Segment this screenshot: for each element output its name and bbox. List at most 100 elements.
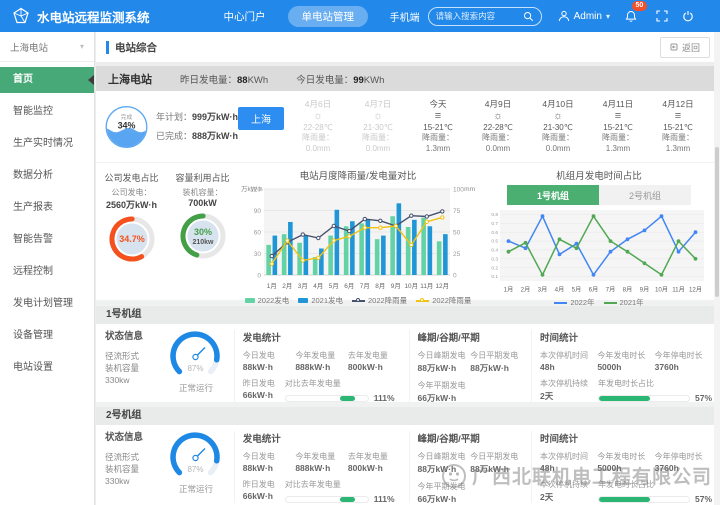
weather-rain-label: 降雨量： (408, 133, 468, 143)
svg-text:3月: 3月 (538, 287, 548, 294)
main-area: 电站综合 返回 上海电站 昨日发电量：88KWh 今日发电量：99KWh (96, 32, 720, 505)
sidebar-item[interactable]: 智能告警 (0, 227, 94, 253)
unit-type: 径流形式 (105, 350, 158, 362)
svg-text:0.2: 0.2 (491, 265, 498, 271)
donut-sub-label: 公司发电： (96, 187, 167, 198)
stat-item: 本次停机时间48h (540, 350, 597, 372)
legend-item[interactable]: 2022降雨量 (352, 295, 407, 306)
search-input[interactable] (436, 11, 519, 21)
stat-item: 昨日发电66kW·h (243, 479, 275, 504)
weather-rain-label: 降雨量： (588, 133, 648, 143)
station-select-value: 上海电站 (10, 40, 48, 54)
legend-item[interactable]: 2022降雨量 (416, 295, 471, 306)
sidebar-item[interactable]: 生产报表 (0, 195, 94, 221)
capacity-usage-donut: 容量利用占比 装机容量： 700kW 30% 210kw (167, 169, 238, 300)
svg-text:87%: 87% (187, 465, 203, 474)
city-button[interactable]: 上海 (238, 107, 284, 130)
hours-ratio-progress (598, 496, 690, 503)
stat-item: 今日峰期发电88万kW·h (418, 350, 471, 374)
sidebar-item[interactable]: 生产实时情况 (0, 131, 94, 157)
legend-item[interactable]: 2021发电 (298, 295, 343, 306)
app-title: 水电站远程监测系统 (37, 7, 150, 26)
unit-tab[interactable]: 1号机组 (507, 185, 599, 205)
stat-item: 今年发电时长5000h (597, 350, 654, 372)
sidebar-item[interactable]: 电站设置 (0, 355, 94, 381)
svg-text:4月: 4月 (555, 287, 565, 294)
app-root: 水电站远程监测系统 中心门户单电站管理 手机端 Admin ▾ 50 上海电站 (0, 0, 720, 505)
stat-item: 今年发电量888kW·h (295, 451, 348, 473)
svg-text:9月: 9月 (640, 287, 650, 294)
unit-run-status: 正常运行 (158, 483, 234, 495)
weather-date: 4月10日 (528, 99, 588, 110)
compare-widget: 对比去年发电量 111% (285, 479, 395, 504)
weather-temp: 15-21℃ (648, 123, 708, 133)
unit-gauge: 87% 正常运行 (158, 326, 234, 402)
weather-icon: ☼ (288, 110, 348, 123)
legend-item[interactable]: 2022发电 (245, 295, 290, 306)
svg-text:100: 100 (453, 186, 464, 193)
svg-text:6月: 6月 (589, 287, 599, 294)
weather-date: 4月6日 (288, 99, 348, 110)
svg-text:34%: 34% (118, 120, 136, 130)
user-menu[interactable]: Admin ▾ (558, 10, 610, 22)
weather-day: 4月7日 ☼ 21-30℃ 降雨量： 0.0mm (348, 99, 408, 154)
scrollbar-thumb[interactable] (715, 147, 719, 297)
weather-icon: ≡ (408, 110, 468, 123)
sidebar-item[interactable]: 首页 (0, 67, 94, 93)
plan-stats: 年计划：999万kW·h 已完成：888万kW·h (156, 108, 238, 146)
sidebar-item[interactable]: 数据分析 (0, 163, 94, 189)
station-select[interactable]: 上海电站 ▾ (0, 32, 94, 62)
header-nav-item[interactable]: 单电站管理 (288, 6, 369, 27)
svg-text:0.5: 0.5 (491, 239, 498, 245)
svg-text:12月: 12月 (436, 282, 450, 290)
mobile-link[interactable]: 手机端 (390, 9, 420, 24)
back-button-label: 返回 (682, 41, 700, 54)
weather-rain-value: 1.3mm (408, 144, 468, 154)
svg-text:11月: 11月 (672, 287, 685, 294)
plan-weather-row: 完成 34% 年计划：999万kW·h 已完成：888万kW·h 上海 4 (96, 91, 720, 163)
svg-text:30%: 30% (193, 227, 211, 237)
svg-text:50: 50 (453, 229, 461, 236)
content-card: 上海电站 昨日发电量：88KWh 今日发电量：99KWh 完成 34% (96, 66, 720, 505)
legend-item[interactable]: 2021年 (604, 297, 644, 308)
donut-sub-value: 2560万kW·h (96, 198, 167, 211)
svg-text:60: 60 (254, 229, 262, 236)
power-icon[interactable] (682, 10, 694, 22)
back-button[interactable]: 返回 (660, 37, 710, 58)
stat-item: 本次停机时间48h (540, 451, 597, 473)
weather-icon: ☼ (468, 110, 528, 123)
weather-day: 今天 ≡ 15-21℃ 降雨量： 1.3mm (408, 99, 468, 154)
svg-text:0.4: 0.4 (491, 248, 498, 254)
sidebar-item[interactable]: 设备管理 (0, 323, 94, 349)
notifications-button[interactable]: 50 (624, 9, 638, 24)
fullscreen-icon[interactable] (656, 10, 668, 22)
chart-canvas: 万kW·hmm003025605090751201001月2月3月4月5月6月7… (238, 182, 478, 294)
svg-text:1月: 1月 (504, 287, 514, 294)
hours-ratio-widget: 年发电时长占比 57% (598, 479, 712, 504)
stat-item: 今年发电量888kW·h (295, 350, 348, 372)
stat-item: 去年发电量800kW·h (348, 350, 401, 372)
svg-text:0.6: 0.6 (491, 230, 498, 236)
sidebar-item[interactable]: 发电计划管理 (0, 291, 94, 317)
donut-title: 容量利用占比 (167, 171, 238, 184)
stat-item: 本次停机持续2天 (540, 479, 588, 504)
sidebar-item[interactable]: 远程控制 (0, 259, 94, 285)
weather-temp: 21-30℃ (348, 123, 408, 133)
unit-tab[interactable]: 2号机组 (599, 185, 691, 205)
donut-sub-value: 700kW (167, 198, 238, 208)
svg-text:11月: 11月 (420, 282, 433, 290)
weather-icon: ☼ (528, 110, 588, 123)
svg-text:0.7: 0.7 (491, 221, 498, 227)
svg-text:75: 75 (453, 208, 461, 215)
station-banner: 上海电站 昨日发电量：88KWh 今日发电量：99KWh (96, 66, 720, 91)
svg-text:7月: 7月 (360, 282, 370, 290)
search-icon[interactable] (523, 11, 534, 22)
header-nav-item[interactable]: 中心门户 (218, 6, 272, 27)
svg-text:120: 120 (250, 186, 261, 193)
sidebar-item[interactable]: 智能监控 (0, 99, 94, 125)
weather-temp: 22-28℃ (288, 123, 348, 133)
donut-title: 公司发电占比 (96, 171, 167, 184)
header-nav: 中心门户单电站管理 (218, 6, 369, 27)
compare-widget: 对比去年发电量 111% (285, 378, 395, 403)
legend-item[interactable]: 2022年 (554, 297, 594, 308)
